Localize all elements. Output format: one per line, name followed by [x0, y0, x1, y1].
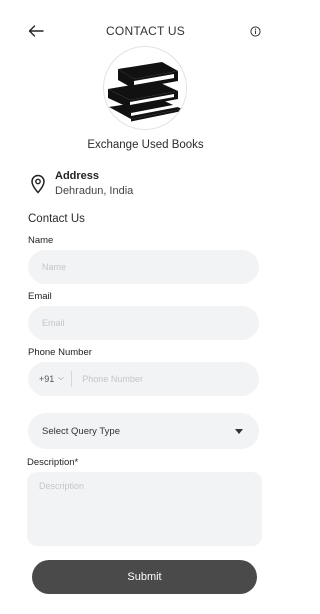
phone-label: Phone Number [28, 347, 92, 358]
phone-input[interactable] [71, 374, 259, 384]
email-input[interactable] [28, 318, 259, 328]
chevron-down-icon: ⌵ [58, 375, 64, 382]
country-code: +91 [39, 374, 55, 384]
location-pin-icon [30, 174, 46, 194]
address-title: Address [55, 170, 100, 182]
description-label: Description* [27, 457, 79, 468]
email-field-container [28, 306, 259, 340]
name-input[interactable] [28, 262, 259, 272]
address-value: Dehradun, India [55, 185, 134, 197]
section-title: Contact Us [28, 213, 85, 225]
description-input[interactable] [39, 481, 250, 537]
caret-down-icon [235, 428, 243, 434]
info-button[interactable] [248, 24, 262, 38]
submit-button[interactable]: Submit [32, 560, 257, 594]
info-icon [249, 25, 261, 37]
phone-field-container: +91 ⌵ [28, 362, 259, 396]
country-code-selector[interactable]: +91 ⌵ [28, 362, 64, 396]
query-type-label: Select Query Type [42, 425, 120, 437]
brand-logo [103, 46, 187, 130]
name-field-container [28, 250, 259, 284]
email-label: Email [28, 291, 52, 302]
brand-name: Exchange Used Books [87, 139, 204, 151]
query-type-select[interactable]: Select Query Type [28, 413, 259, 449]
name-label: Name [28, 235, 54, 246]
books-stack-icon [108, 62, 182, 122]
description-field-container [27, 472, 262, 546]
